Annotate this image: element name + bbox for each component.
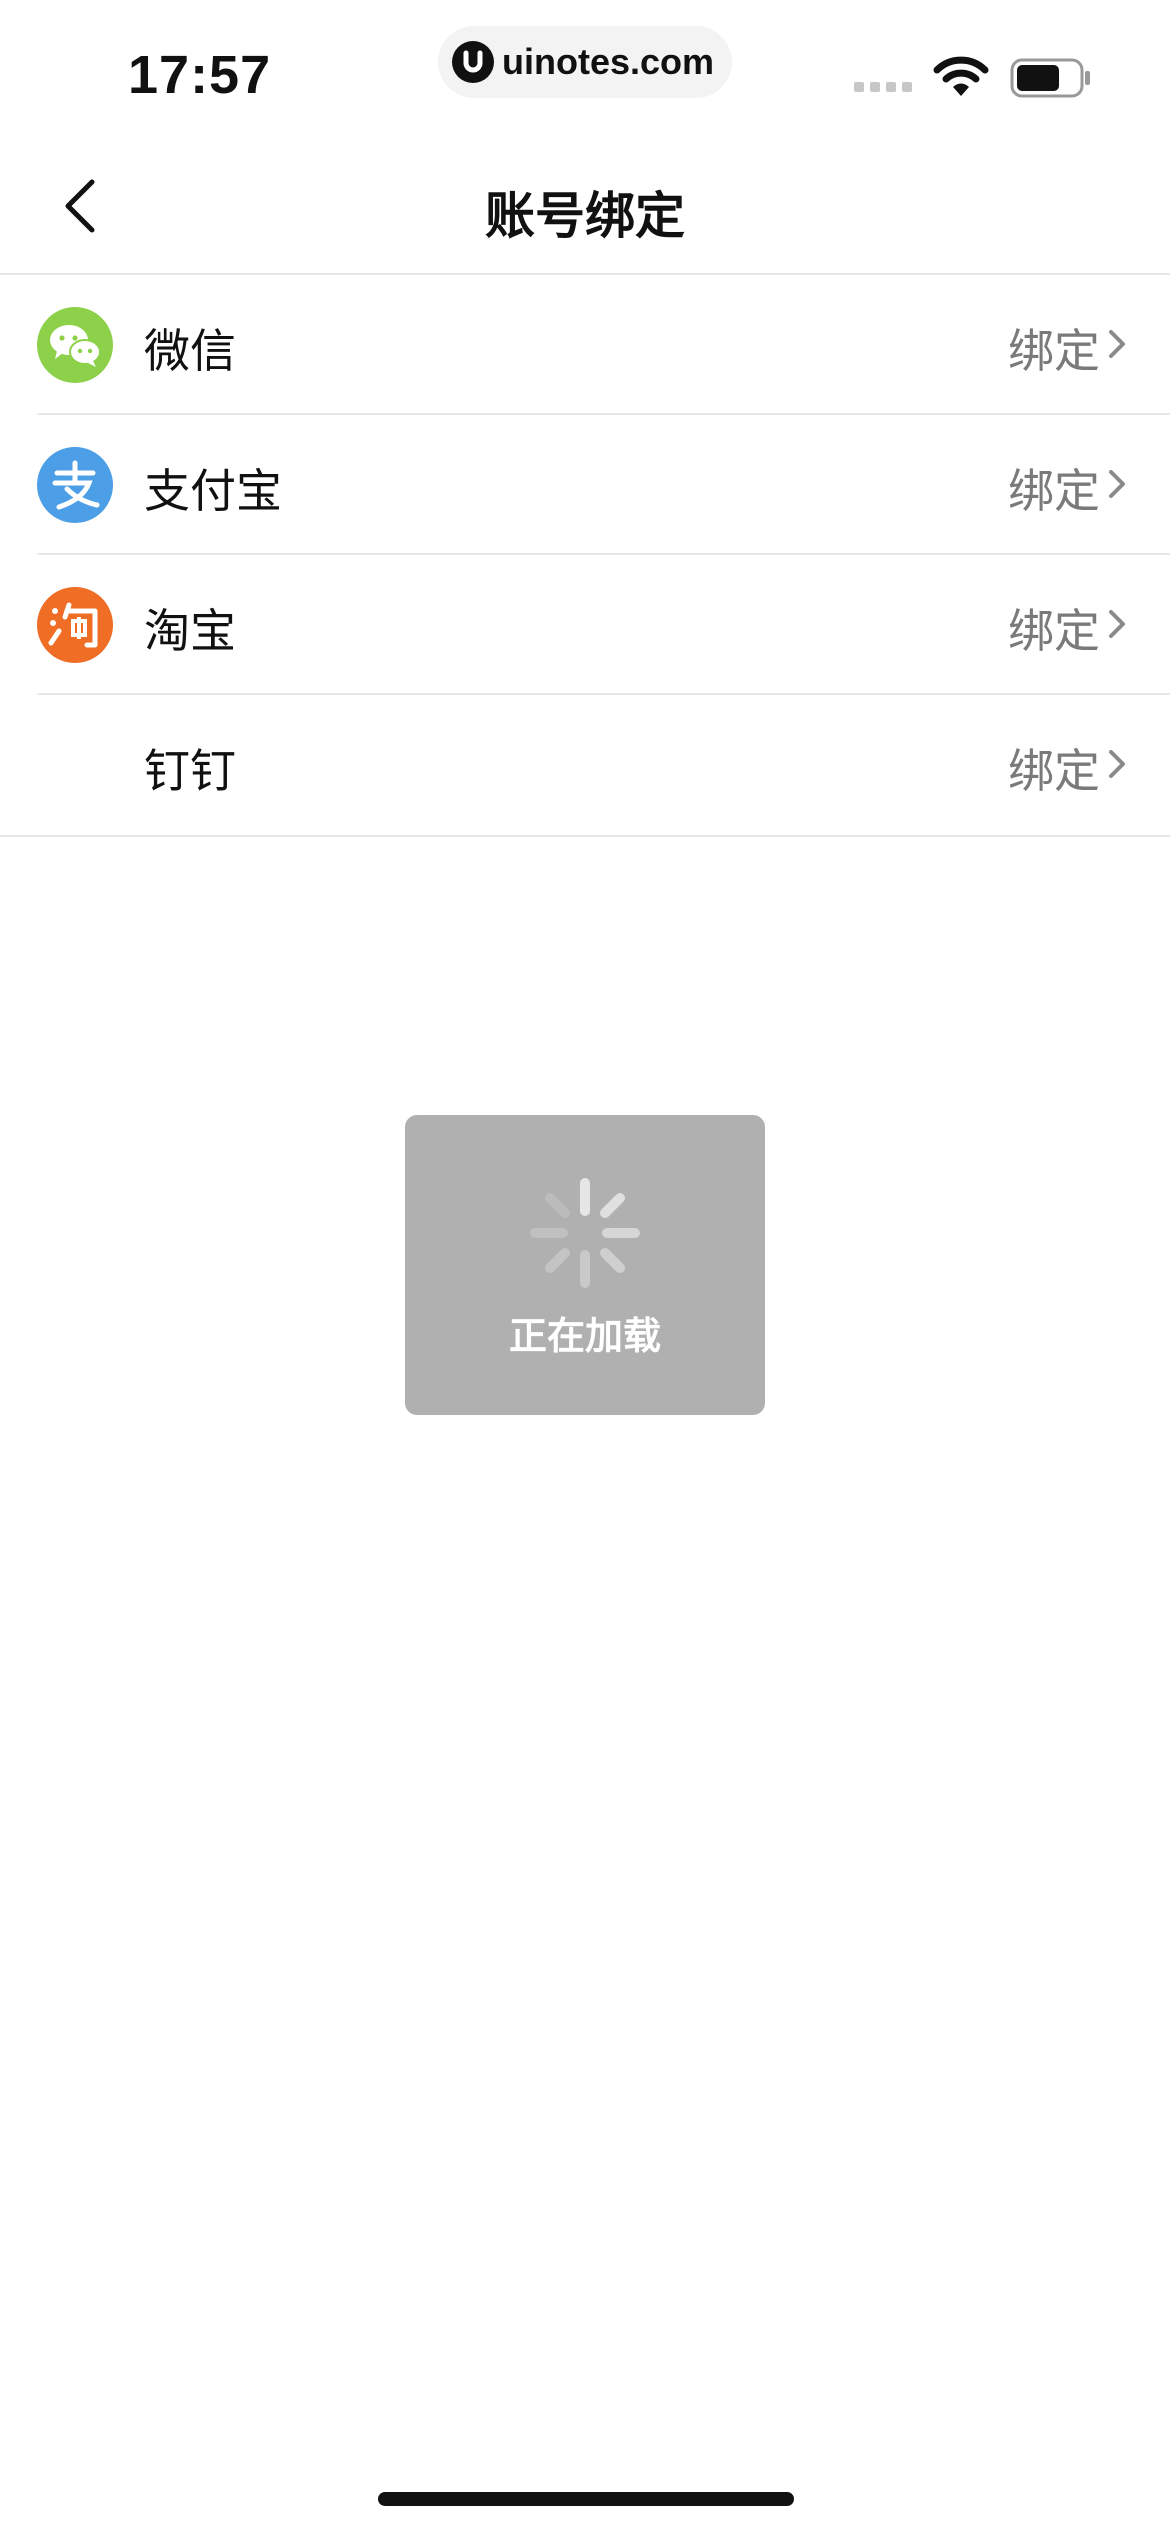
wifi-icon <box>933 54 989 102</box>
url-text: uinotes.com <box>502 41 715 82</box>
nav-bar: 账号绑定 <box>0 140 1170 275</box>
bind-status: 绑定 <box>1008 324 1100 378</box>
list-item-label: 钉钉 <box>144 744 236 798</box>
list-item-wechat[interactable]: 微信 绑定 <box>0 275 1170 415</box>
loading-toast: 正在加载 <box>405 1115 765 1415</box>
chevron-right-icon <box>1109 330 1125 358</box>
list-item-label: 微信 <box>144 324 236 378</box>
list-item-taobao[interactable]: 淘宝 绑定 <box>0 555 1170 695</box>
bind-status: 绑定 <box>1008 604 1100 658</box>
list-item-label: 支付宝 <box>144 464 282 518</box>
alipay-icon <box>37 447 113 523</box>
wechat-icon <box>37 307 113 383</box>
page-title: 账号绑定 <box>485 187 685 245</box>
status-time: 17:57 <box>128 45 272 105</box>
bind-status: 绑定 <box>1008 744 1100 798</box>
loading-text: 正在加载 <box>508 1314 661 1358</box>
battery-icon <box>1010 58 1092 102</box>
account-list: 微信 绑定 支付宝 绑定 淘宝 绑定 钉钉 绑定 <box>0 275 1170 837</box>
chevron-right-icon <box>1109 750 1125 778</box>
home-indicator[interactable] <box>378 2492 794 2506</box>
taobao-icon <box>37 587 113 663</box>
spinner-icon <box>530 1178 640 1288</box>
chevron-right-icon <box>1109 470 1125 498</box>
screen: 17:57 uinotes.com 账号绑定 微信 绑定 支付宝 绑定 淘宝 绑… <box>0 0 1170 2532</box>
chevron-right-icon <box>1109 610 1125 638</box>
status-bar: 17:57 uinotes.com <box>0 0 1170 140</box>
bind-status: 绑定 <box>1008 464 1100 518</box>
url-pill[interactable]: uinotes.com <box>438 26 732 98</box>
list-item-label: 淘宝 <box>144 604 236 658</box>
cellular-signal-icon <box>854 82 912 92</box>
site-logo-icon <box>452 41 494 83</box>
list-item-alipay[interactable]: 支付宝 绑定 <box>0 415 1170 555</box>
list-item-dingtalk[interactable]: 钉钉 绑定 <box>0 695 1170 835</box>
